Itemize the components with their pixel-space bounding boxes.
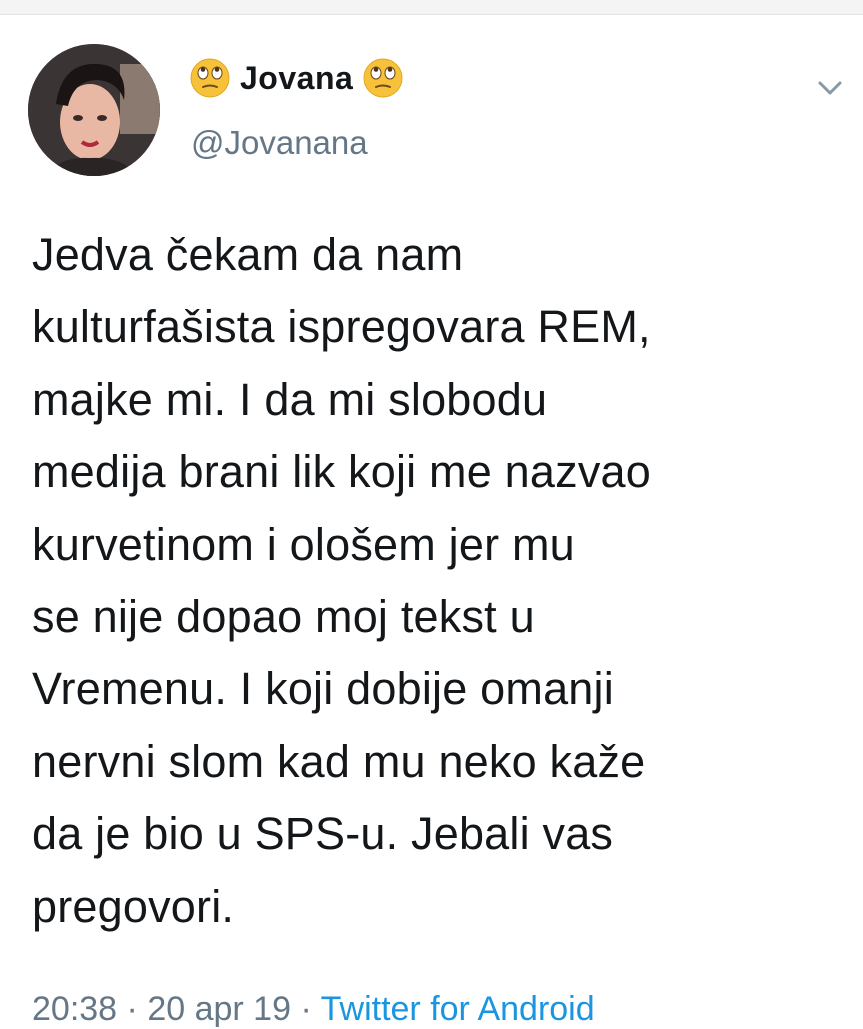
display-name[interactable]: Jovana xyxy=(240,60,353,97)
face-with-rolling-eyes-emoji-icon xyxy=(190,58,230,98)
tweet-header: Jovana xyxy=(190,58,403,98)
avatar[interactable] xyxy=(28,44,160,176)
tweet-date[interactable]: 20 apr 19 xyxy=(147,990,291,1028)
face-with-rolling-eyes-emoji-icon xyxy=(363,58,403,98)
tweet-metadata: 20:38 · 20 apr 19 · Twitter for Android xyxy=(32,990,595,1029)
user-handle[interactable]: @Jovanana xyxy=(191,124,368,162)
avatar-image xyxy=(28,44,160,176)
tweet-time[interactable]: 20:38 xyxy=(32,990,117,1028)
meta-separator: · xyxy=(300,990,312,1028)
previous-card-edge xyxy=(0,0,863,15)
tweet-text: Jedva čekam da nam kulturfašista isprego… xyxy=(32,229,651,932)
chevron-down-icon[interactable] xyxy=(812,70,848,106)
tweet-source-link[interactable]: Twitter for Android xyxy=(321,990,595,1028)
tweet-card: Jovana @Jovanana Jedva čekam da nam kult… xyxy=(0,14,863,1028)
meta-separator: · xyxy=(126,990,138,1028)
